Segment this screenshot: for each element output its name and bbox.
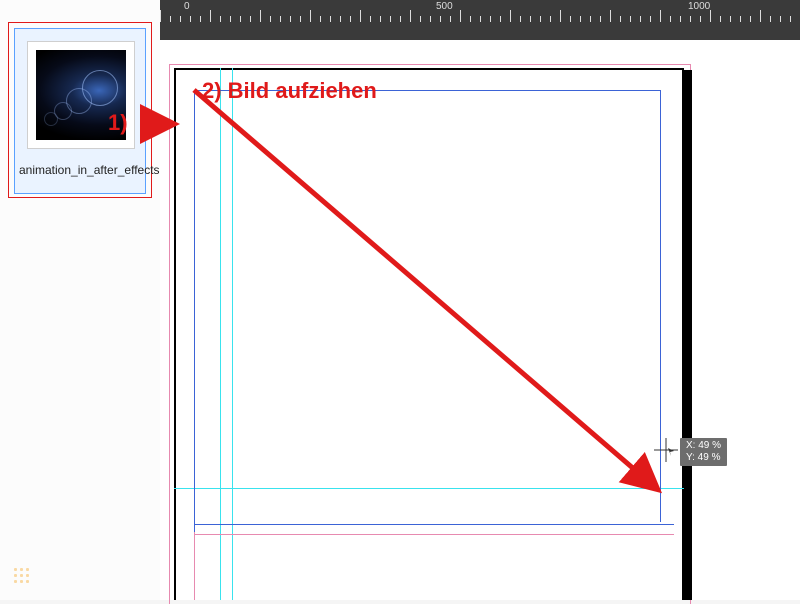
ruler-tick-label: 0 <box>184 1 190 12</box>
asset-selection-outline: animation_in_after_effects.png <box>8 22 152 198</box>
secondary-frame-edge <box>194 532 195 600</box>
asset-filename-label: animation_in_after_effects.png <box>15 163 145 178</box>
page-shadow <box>682 70 692 600</box>
secondary-frame-edge <box>194 534 674 535</box>
asset-item[interactable]: animation_in_after_effects.png <box>14 28 146 194</box>
image-frame-edge[interactable] <box>194 90 660 91</box>
asset-thumbnail-image <box>36 50 126 140</box>
ruler-tick-label: 1000 <box>688 1 710 12</box>
asset-thumbnail[interactable] <box>27 41 135 149</box>
image-frame-edge[interactable] <box>194 524 674 525</box>
image-frame-edge[interactable] <box>660 90 661 522</box>
horizontal-ruler[interactable]: 0 500 1000 <box>160 0 800 22</box>
page-outline <box>174 68 684 600</box>
ruler-tick-label: 500 <box>436 1 453 12</box>
asset-panel: animation_in_after_effects.png <box>0 0 162 600</box>
document-canvas[interactable] <box>160 40 800 600</box>
